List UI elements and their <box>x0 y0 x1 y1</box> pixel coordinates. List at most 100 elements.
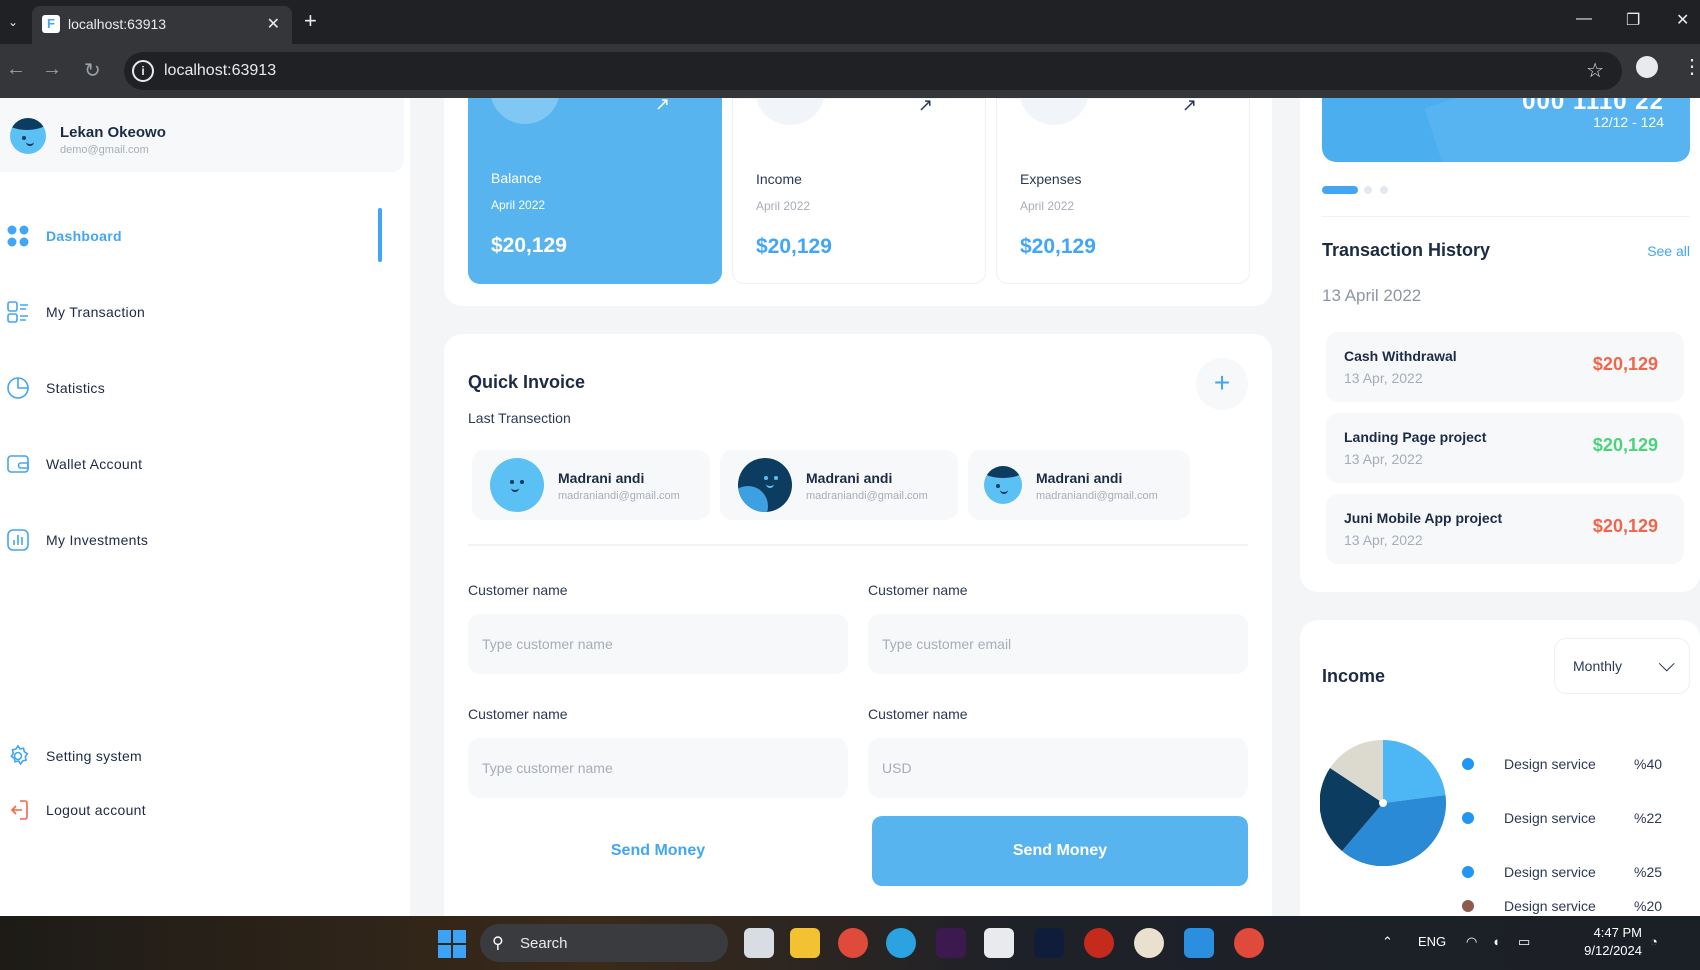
search-icon: ⚲ <box>492 935 504 952</box>
new-tab-icon[interactable]: + <box>304 8 317 34</box>
windows-start-icon[interactable] <box>438 930 466 958</box>
app-icon[interactable] <box>1084 928 1114 958</box>
language-indicator[interactable]: ENG <box>1418 934 1446 949</box>
sidebar-item-dashboard[interactable]: Dashboard <box>0 216 404 256</box>
bank-card[interactable]: 000 1110 22 12/12 - 124 <box>1322 98 1690 162</box>
taskbar-search[interactable]: ⚲ Search <box>480 924 728 962</box>
carousel-dot-active[interactable] <box>1322 186 1358 194</box>
window-close-icon[interactable]: ✕ <box>1676 10 1689 30</box>
chrome-active-icon[interactable] <box>1234 928 1264 958</box>
stat-title: Balance <box>491 170 542 186</box>
store-icon[interactable] <box>984 928 1014 958</box>
sidebar-item-my-transaction[interactable]: My Transaction <box>0 292 404 332</box>
balance-card[interactable]: ↗ Balance April 2022 $20,129 <box>468 98 722 284</box>
photoshop-icon[interactable] <box>1034 928 1064 958</box>
contact-card[interactable]: Madrani andi madraniandi@gmail.com <box>968 450 1190 520</box>
carousel-dot[interactable] <box>1380 186 1388 194</box>
stat-value: $20,129 <box>756 235 832 258</box>
legend-item: Design service %20 <box>1460 896 1690 916</box>
transaction-history-panel: 000 1110 22 12/12 - 124 Transaction Hist… <box>1300 98 1700 592</box>
tab-close-icon[interactable]: ✕ <box>267 14 280 34</box>
transaction-amount: $20,129 <box>1592 354 1658 374</box>
carousel-dot[interactable] <box>1364 186 1372 194</box>
wifi-icon[interactable]: ◠ <box>1466 934 1477 950</box>
notification-bell-icon[interactable]: ◔ <box>1650 934 1658 949</box>
restore-icon[interactable]: ❐ <box>1626 10 1640 30</box>
sidebar-item-statistics[interactable]: Statistics <box>0 368 404 408</box>
customer-name-input-2[interactable] <box>468 738 848 798</box>
field-label: Customer name <box>468 706 568 722</box>
telegram-icon[interactable] <box>886 928 916 958</box>
transaction-row[interactable]: Cash Withdrawal 13 Apr, 2022 $20,129 <box>1326 332 1684 402</box>
browser-tab[interactable]: F localhost:63913 ✕ <box>32 6 292 44</box>
minimize-icon[interactable]: — <box>1576 10 1592 28</box>
arrow-icon: ↗ <box>654 98 670 114</box>
vscode-icon[interactable] <box>1184 928 1214 958</box>
legend-label: Design service <box>1504 898 1596 914</box>
stat-date: April 2022 <box>491 198 546 212</box>
legend-percent: %20 <box>1634 898 1663 914</box>
file-explorer-icon[interactable] <box>790 928 820 958</box>
sidebar-item-logout-account[interactable]: Logout account <box>0 790 404 830</box>
address-bar[interactable]: i localhost:63913 ☆ <box>124 52 1622 90</box>
customer-name-input[interactable] <box>468 614 848 674</box>
gear-icon <box>10 744 29 766</box>
send-money-button[interactable]: Send Money <box>872 816 1248 886</box>
premiere-icon[interactable] <box>936 928 966 958</box>
stat-title: Expenses <box>1020 171 1082 187</box>
sidebar-item-setting-system[interactable]: Setting system <box>0 736 404 776</box>
url-text[interactable]: localhost:63913 <box>164 62 276 80</box>
tab-title: localhost:63913 <box>68 16 167 32</box>
legend-item: Design service %22 <box>1460 808 1690 828</box>
user-card[interactable]: Lekan Okeowo demo@gmail.com <box>0 98 404 172</box>
period-value: Monthly <box>1573 658 1623 674</box>
profile-icon[interactable] <box>1636 56 1658 78</box>
income-panel: Income Monthly ⌵ Design service %40 Desi… <box>1300 620 1700 916</box>
sidebar-item-wallet-account[interactable]: Wallet Account <box>0 444 404 484</box>
legend-percent: %22 <box>1634 810 1663 826</box>
active-indicator <box>378 208 382 262</box>
sidebar-item-label: Setting system <box>46 748 143 764</box>
avatar <box>984 466 1022 504</box>
period-dropdown[interactable]: Monthly ⌵ <box>1554 638 1690 694</box>
income-card[interactable]: ↗ Income April 2022 $20,129 <box>732 98 986 284</box>
add-invoice-button[interactable]: + <box>1196 358 1248 410</box>
task-view-icon[interactable] <box>744 928 774 958</box>
transaction-icon <box>7 301 28 323</box>
contact-card[interactable]: Madrani andi madraniandi@gmail.com <box>472 450 710 520</box>
chrome-icon[interactable] <box>838 928 868 958</box>
clock-date: 9/12/2024 <box>1584 943 1642 958</box>
send-money-text-button[interactable]: Send Money <box>468 818 848 884</box>
expenses-card[interactable]: ↗ Expenses April 2022 $20,129 <box>996 98 1250 284</box>
clock[interactable]: 4:47 PM 9/12/2024 <box>1552 924 1642 960</box>
media-player-icon[interactable] <box>1134 928 1164 958</box>
back-icon[interactable]: ← <box>6 58 26 81</box>
sidebar-item-my-investments[interactable]: My Investments <box>0 520 404 560</box>
legend-dot <box>1462 866 1474 878</box>
customer-email-input[interactable] <box>868 614 1248 674</box>
field-label: Customer name <box>868 706 968 722</box>
reload-icon[interactable]: ↻ <box>84 58 101 83</box>
contact-card[interactable]: Madrani andi madraniandi@gmail.com <box>720 450 958 520</box>
transaction-history-title: Transaction History <box>1322 240 1491 260</box>
contact-email: madraniandi@gmail.com <box>558 490 680 502</box>
battery-icon[interactable]: ▭ <box>1518 934 1530 950</box>
see-all-link[interactable]: See all <box>1647 243 1690 259</box>
wallet-icon <box>7 455 29 473</box>
card-icon-circle <box>755 98 825 125</box>
tab-search-dropdown[interactable]: ⌄ <box>0 8 26 36</box>
amount-input[interactable] <box>868 738 1248 798</box>
tray-chevron-icon[interactable]: ⌃ <box>1382 934 1393 950</box>
browser-menu-icon[interactable]: ⋮ <box>1682 54 1700 79</box>
volume-icon[interactable]: ◖ <box>1492 934 1500 949</box>
windows-taskbar: ⚲ Search ⌃ ENG ◠ ◖ ▭ 4:47 PM 9/12/2024 ◔ <box>0 916 1700 970</box>
contact-name: Madrani andi <box>1036 470 1123 486</box>
forward-icon[interactable]: → <box>42 58 62 81</box>
arrow-icon: ↗ <box>917 98 933 115</box>
divider <box>1322 216 1690 217</box>
site-info-icon[interactable]: i <box>132 60 154 82</box>
transaction-row[interactable]: Landing Page project 13 Apr, 2022 $20,12… <box>1326 413 1684 483</box>
transaction-row[interactable]: Juni Mobile App project 13 Apr, 2022 $20… <box>1326 494 1684 564</box>
logout-icon <box>10 800 28 820</box>
bookmark-star-icon[interactable]: ☆ <box>1586 58 1604 83</box>
